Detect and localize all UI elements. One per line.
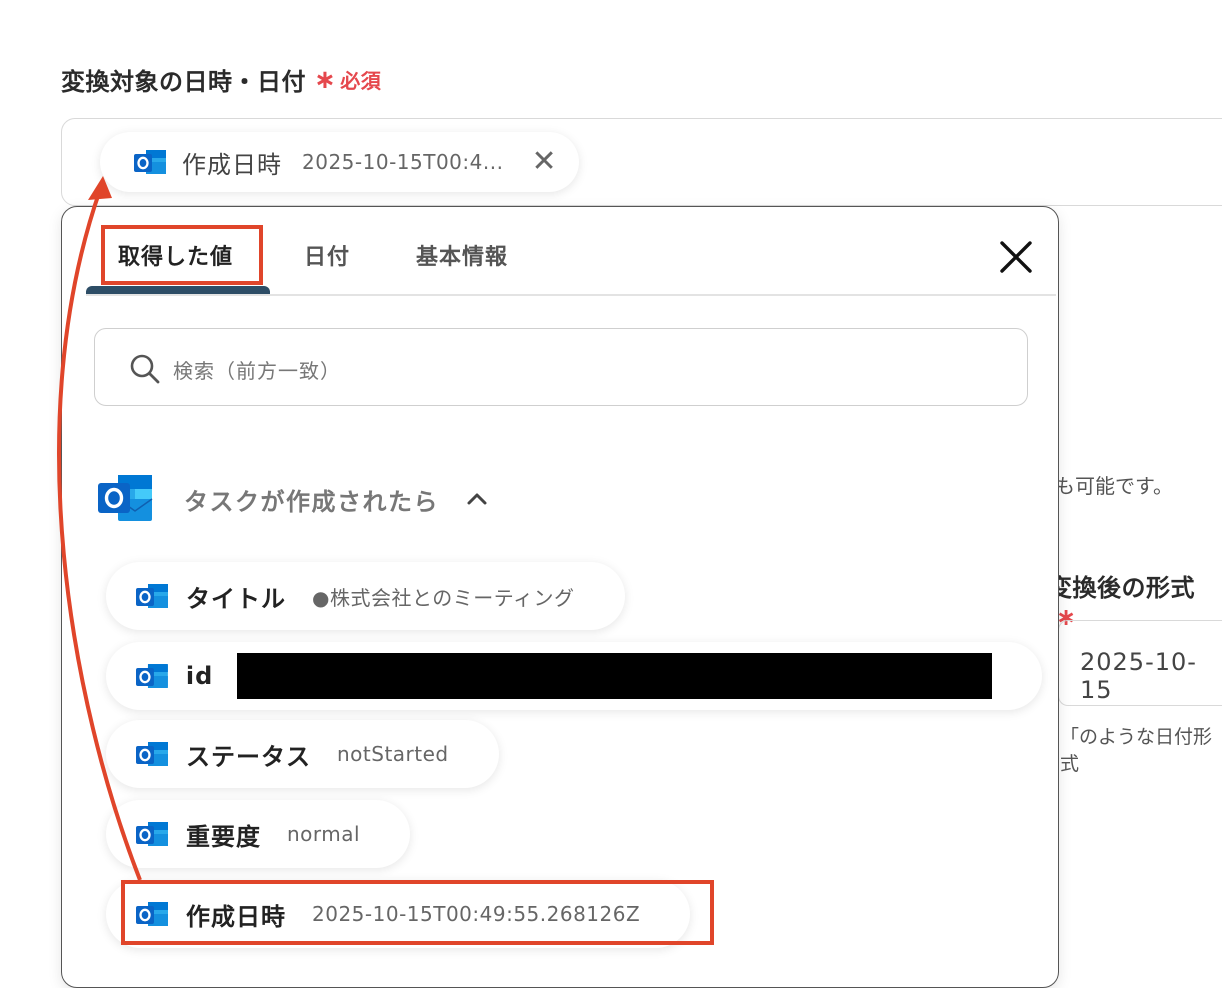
highlight-box-tab [101, 225, 263, 285]
required-text: 必須 [340, 69, 382, 93]
item-name: タイトル [186, 584, 286, 613]
search-placeholder: 検索（前方一致） [173, 359, 341, 383]
item-value: ●株式会社とのミーティング [312, 585, 575, 610]
item-value: normal [287, 822, 361, 846]
outlook-icon [136, 664, 168, 688]
list-item-id[interactable]: id [106, 642, 1042, 710]
close-icon[interactable] [996, 237, 1036, 277]
outlook-icon [134, 150, 166, 174]
field-label-text: 変換対象の日時・日付 [61, 68, 306, 96]
group-title: タスクが作成されたら [184, 487, 439, 516]
item-name: ステータス [186, 742, 311, 771]
field-label: 変換対象の日時・日付 ∗ 必須 [61, 62, 381, 97]
outlook-icon [98, 475, 153, 521]
item-value: notStarted [337, 742, 449, 766]
item-name: 重要度 [186, 822, 261, 851]
tab-divider [86, 294, 1056, 296]
required-star: ∗ [314, 64, 337, 95]
format-hint-fragment: 「のような日付形式 [1060, 726, 1213, 775]
remove-chip-close-icon[interactable]: ✕ [531, 147, 556, 177]
selected-value-chip[interactable]: 作成日時 2025-10-15T00:4... ✕ [100, 132, 579, 192]
format-label-text: 変換後の形式 [1048, 574, 1195, 602]
background-note-fragment: も可能です。 [1055, 474, 1173, 498]
outlook-icon [136, 822, 168, 846]
item-name: id [185, 662, 214, 690]
tab-basic-info[interactable]: 基本情報 [416, 239, 508, 271]
list-item-importance[interactable]: 重要度 normal [106, 800, 411, 868]
outlook-icon [136, 584, 168, 608]
search-icon [130, 354, 160, 384]
redacted-value [237, 653, 992, 699]
tab-date[interactable]: 日付 [304, 239, 350, 271]
selected-chip-name: 作成日時 [182, 150, 282, 179]
outlook-icon [136, 742, 168, 766]
format-input-value: 2025-10-15 [1080, 648, 1197, 704]
list-item-title[interactable]: タイトル ●株式会社とのミーティング [106, 562, 625, 630]
search-input[interactable]: 検索（前方一致） [94, 328, 1028, 406]
list-item-status[interactable]: ステータス notStarted [106, 720, 499, 788]
chevron-up-icon[interactable] [465, 487, 489, 511]
highlight-box-item [121, 880, 714, 945]
trigger-group-header[interactable]: タスクが作成されたら [98, 469, 489, 529]
selected-chip-value: 2025-10-15T00:4... [302, 150, 504, 174]
